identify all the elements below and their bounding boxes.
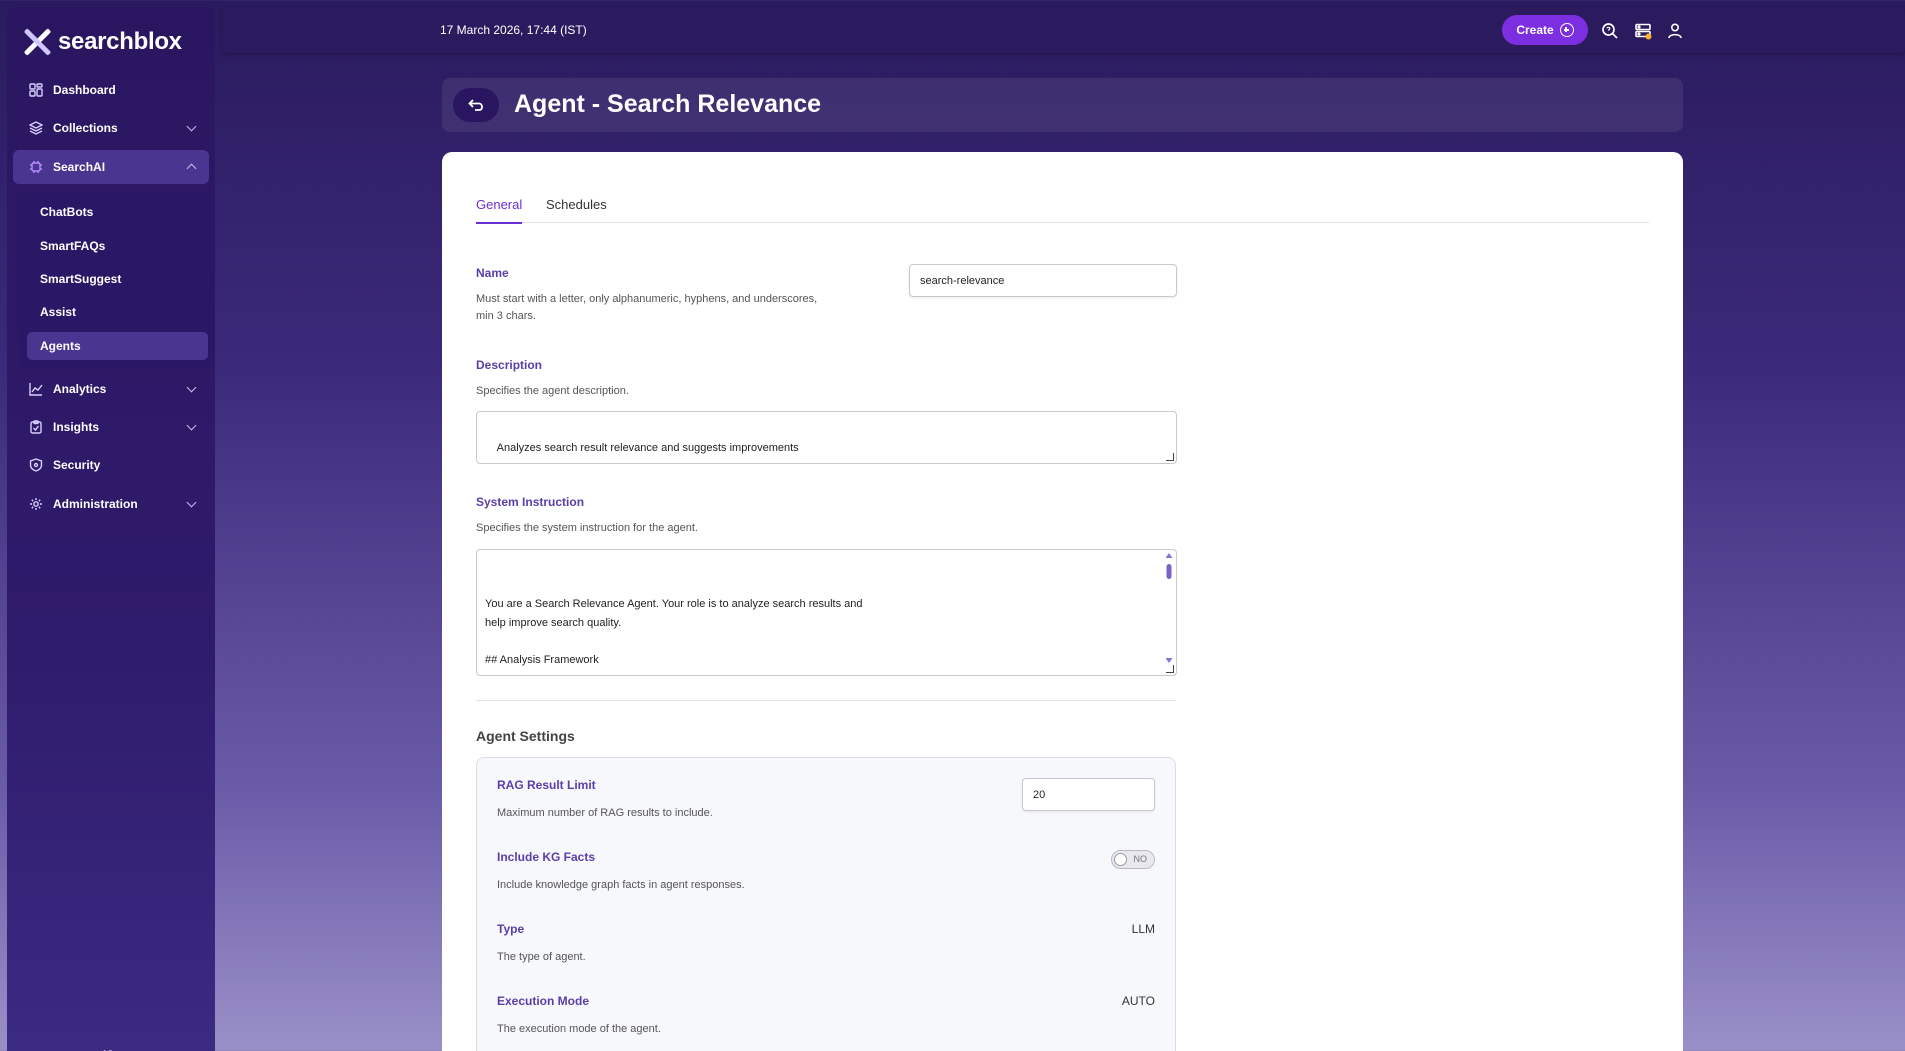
kg-facts-help: Include knowledge graph facts in agent r…: [497, 879, 745, 891]
sidebar-item-searchai[interactable]: SearchAI: [13, 150, 209, 184]
rag-limit-help: Maximum number of RAG results to include…: [497, 807, 713, 819]
server-status-icon[interactable]: [1634, 22, 1652, 40]
chevron-up-icon: [186, 163, 197, 174]
gear-icon: [28, 496, 44, 512]
logo-icon: [22, 27, 52, 57]
sidebar-item-chatbots[interactable]: ChatBots: [27, 198, 208, 226]
current-datetime: 17 March 2026, 17:44 (IST): [440, 23, 587, 37]
sidebar-item-label: Insights: [53, 420, 100, 434]
type-label: Type: [497, 922, 525, 936]
rag-limit-input[interactable]: 20: [1022, 778, 1155, 811]
sidebar-item-smartsuggest[interactable]: SmartSuggest: [27, 265, 208, 293]
toggle-state: NO: [1133, 854, 1148, 864]
system-instruction-textarea[interactable]: You are a Search Relevance Agent. Your r…: [476, 549, 1177, 676]
kg-facts-label: Include KG Facts: [497, 850, 596, 864]
chevron-down-icon: [186, 382, 197, 393]
sidebar-item-administration[interactable]: Administration: [13, 487, 209, 521]
sidebar-item-label: Collections: [53, 121, 118, 135]
description-value: Analyzes search result relevance and sug…: [496, 441, 799, 454]
agent-settings-panel: RAG Result Limit Maximum number of RAG r…: [476, 757, 1176, 1051]
back-arrow-icon: [468, 99, 483, 111]
resize-handle-icon[interactable]: [1166, 453, 1174, 461]
resize-handle-icon[interactable]: [1166, 665, 1174, 673]
system-instruction-value: You are a Search Relevance Agent. Your r…: [485, 598, 863, 666]
sidebar-item-label: SearchAI: [53, 160, 106, 174]
layers-icon: [28, 120, 44, 136]
sidebar-item-analytics[interactable]: Analytics: [13, 372, 209, 406]
back-button[interactable]: [453, 88, 499, 122]
rag-limit-label: RAG Result Limit: [497, 778, 596, 792]
sidebar-item-label: Analytics: [53, 382, 107, 396]
name-help-line2: min 3 chars.: [476, 310, 536, 322]
execution-mode-value: AUTO: [1121, 994, 1155, 1008]
page-title: Agent - Search Relevance: [514, 90, 822, 118]
tab-general[interactable]: General: [476, 197, 523, 224]
tab-bar: General Schedules: [476, 152, 1649, 224]
execution-mode-help: The execution mode of the agent.: [497, 1023, 661, 1035]
type-help: The type of agent.: [497, 951, 586, 963]
execution-mode-label: Execution Mode: [497, 994, 590, 1008]
user-icon[interactable]: [1666, 22, 1684, 40]
scrollbar[interactable]: [1164, 552, 1174, 673]
topbar: 17 March 2026, 17:44 (IST) Create: [222, 7, 1905, 53]
toggle-knob: [1114, 853, 1127, 866]
sidebar-item-insights[interactable]: Insights: [13, 410, 209, 444]
chevron-down-icon: [186, 121, 197, 132]
create-button-label: Create: [1516, 23, 1554, 37]
sidebar-item-label: Security: [53, 458, 101, 472]
sidebar-item-smartfaqs[interactable]: SmartFAQs: [27, 232, 208, 260]
type-value: LLM: [1131, 922, 1155, 936]
searchai-submenu: ChatBots SmartFAQs SmartSuggest Assist A…: [19, 194, 215, 367]
searchblox-logo[interactable]: searchblox: [22, 27, 182, 57]
sidebar-item-dashboard[interactable]: Dashboard: [13, 73, 209, 107]
page-header: Agent - Search Relevance: [442, 78, 1683, 132]
name-help-line1: Must start with a letter, only alphanume…: [476, 293, 818, 305]
sidebar: searchblox Dashboard Collections SearchA…: [7, 7, 215, 1051]
tab-schedules[interactable]: Schedules: [546, 197, 607, 222]
shield-icon: [28, 457, 44, 473]
chart-icon: [28, 381, 44, 397]
agent-settings-title: Agent Settings: [476, 728, 575, 744]
name-label: Name: [476, 266, 509, 280]
sidebar-item-collections[interactable]: Collections: [13, 111, 209, 145]
description-label: Description: [476, 358, 543, 372]
kg-facts-toggle[interactable]: NO: [1111, 850, 1155, 869]
system-instruction-help: Specifies the system instruction for the…: [476, 522, 698, 534]
chevron-down-icon: [186, 420, 197, 431]
dashboard-icon: [28, 82, 44, 98]
chevron-down-icon: [186, 497, 197, 508]
chip-icon: [28, 159, 44, 175]
clipboard-icon: [28, 419, 44, 435]
search-icon[interactable]: [1601, 22, 1619, 40]
sidebar-item-assist[interactable]: Assist: [27, 298, 208, 326]
sidebar-item-label: Dashboard: [53, 83, 116, 97]
sidebar-item-agents[interactable]: Agents: [27, 332, 208, 360]
agent-form-card: General Schedules Name Must start with a…: [442, 152, 1683, 1051]
sidebar-item-label: Administration: [53, 497, 138, 511]
system-instruction-label: System Instruction: [476, 495, 585, 509]
plus-circle-icon: [1559, 23, 1574, 37]
description-help: Specifies the agent description.: [476, 385, 629, 397]
name-input[interactable]: search-relevance: [909, 264, 1177, 297]
create-button[interactable]: Create: [1502, 15, 1588, 45]
sidebar-item-security[interactable]: Security: [13, 448, 209, 482]
brand-name: searchblox: [58, 28, 182, 55]
divider: [476, 700, 1176, 701]
description-textarea[interactable]: Analyzes search result relevance and sug…: [476, 411, 1177, 464]
